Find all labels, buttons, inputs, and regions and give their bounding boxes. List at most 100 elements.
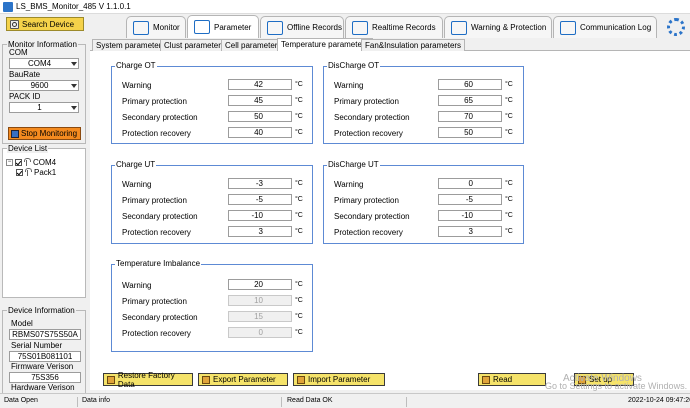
unit-label: °C [295, 228, 303, 235]
imbalance-primary-input: 10 [228, 295, 292, 306]
temperature-imbalance-group: Temperature Imbalance Warning 20 °C Prim… [111, 259, 313, 352]
stop-monitoring-button[interactable]: Stop Monitoring [8, 127, 81, 140]
document-icon [267, 20, 283, 35]
title-bar: LS_BMS_Monitor_485 V 1.1.0.1 [0, 0, 690, 14]
import-icon [297, 375, 305, 384]
unit-label: °C [505, 81, 513, 88]
read-icon [482, 375, 490, 384]
device-tree: − COM4 Pack1 [6, 157, 56, 177]
firmware-label: Firmware Verison [11, 362, 74, 371]
subtab-cell-parameters[interactable]: Cell parameters [221, 39, 286, 51]
unit-label: °C [295, 212, 303, 219]
unit-label: °C [295, 196, 303, 203]
unit-label: °C [505, 196, 513, 203]
unit-label: °C [295, 97, 303, 104]
unit-label: °C [295, 281, 303, 288]
tab-offline-records[interactable]: Offline Records [260, 16, 344, 38]
window-title: LS_BMS_Monitor_485 V 1.1.0.1 [16, 2, 131, 11]
discharge-ut-secondary-input[interactable]: -10 [438, 210, 502, 221]
baurate-label: BauRate [9, 70, 41, 79]
warning-icon [451, 20, 467, 35]
read-button[interactable]: Read [478, 373, 546, 386]
chevron-down-icon [71, 62, 77, 66]
subtab-clust-parameters[interactable]: Clust parameters [160, 39, 229, 51]
firmware-value: 75S356 [9, 372, 81, 383]
search-device-button[interactable]: Search Device [6, 17, 84, 31]
status-bar: Data Open Data info Read Data OK 2022-10… [0, 393, 690, 408]
device-list-title: Device List [7, 144, 49, 153]
pack-id-label: PACK ID [9, 92, 41, 101]
com-select[interactable]: COM4 [9, 58, 79, 69]
charge-ut-secondary-input[interactable]: -10 [228, 210, 292, 221]
com-label: COM [9, 48, 28, 57]
charge-ot-group: Charge OT Warning 42 °C Primary protecti… [111, 61, 313, 144]
tab-communication-log[interactable]: Communication Log [553, 16, 657, 38]
antenna-icon [24, 158, 31, 166]
temperature-parameters-panel: Charge OT Warning 42 °C Primary protecti… [90, 51, 690, 390]
charge-ut-title: Charge UT [115, 160, 157, 169]
imbalance-recovery-input: 0 [228, 327, 292, 338]
export-parameter-button[interactable]: Export Parameter [198, 373, 288, 386]
pack-id-select[interactable]: 1 [9, 102, 79, 113]
collapse-icon[interactable]: − [6, 158, 13, 166]
restore-icon [107, 375, 115, 384]
discharge-ut-group: DisCharge UT Warning 0 °C Primary protec… [323, 160, 524, 244]
subtab-fan-insulation-parameters[interactable]: Fan&Insulation parameters [361, 39, 466, 51]
discharge-ut-primary-input[interactable]: -5 [438, 194, 502, 205]
import-parameter-button[interactable]: Import Parameter [293, 373, 385, 386]
discharge-ut-recovery-input[interactable]: 3 [438, 226, 502, 237]
unit-label: °C [295, 297, 303, 304]
checkbox-com4[interactable] [15, 158, 22, 166]
charge-ut-recovery-input[interactable]: 3 [228, 226, 292, 237]
subtab-system-parameters[interactable]: System parameters [92, 39, 170, 51]
status-data-open: Data Open [4, 397, 78, 407]
monitor-icon [133, 20, 149, 35]
discharge-ut-title: DisCharge UT [327, 160, 380, 169]
hardware-label: Hardware Verison [11, 383, 75, 392]
device-information-group: Device Information Model RBMS07S75S50A S… [2, 306, 86, 404]
tab-parameter[interactable]: Parameter [187, 15, 259, 38]
imbalance-secondary-input: 15 [228, 311, 292, 322]
discharge-ot-secondary-input[interactable]: 70 [438, 111, 502, 122]
discharge-ot-warning-input[interactable]: 60 [438, 79, 502, 90]
antenna-icon [25, 168, 32, 176]
monitor-information-group: Monitor Information COM COM4 BauRate 960… [2, 40, 86, 144]
baurate-select[interactable]: 9600 [9, 80, 79, 91]
charge-ot-recovery-input[interactable]: 40 [228, 127, 292, 138]
tab-realtime-records[interactable]: Realtime Records [345, 16, 443, 38]
charge-ot-primary-input[interactable]: 45 [228, 95, 292, 106]
tab-warning-protection[interactable]: Warning & Protection [444, 16, 552, 38]
sliders-icon [194, 20, 210, 34]
gear-icon[interactable] [667, 18, 685, 36]
unit-label: °C [295, 113, 303, 120]
restore-factory-data-button[interactable]: Restore Factory Data [103, 371, 193, 389]
serial-number-value: 75S01B081101 [9, 351, 81, 362]
unit-label: °C [295, 180, 303, 187]
tab-monitor[interactable]: Monitor [126, 16, 186, 38]
charge-ut-primary-input[interactable]: -5 [228, 194, 292, 205]
charge-ut-group: Charge UT Warning -3 °C Primary protecti… [111, 160, 313, 244]
chevron-down-icon [71, 84, 77, 88]
imbalance-warning-input[interactable]: 20 [228, 279, 292, 290]
activate-windows-watermark: Activate Windows Go to Settings to activ… [545, 373, 688, 391]
log-icon [560, 20, 576, 35]
temperature-imbalance-title: Temperature Imbalance [115, 259, 202, 268]
model-value: RBMS07S75S50A [9, 329, 81, 340]
unit-label: °C [505, 97, 513, 104]
discharge-ot-recovery-input[interactable]: 50 [438, 127, 502, 138]
status-data-info: Data info [82, 397, 282, 407]
charge-ut-warning-input[interactable]: -3 [228, 178, 292, 189]
discharge-ot-title: DisCharge OT [327, 61, 381, 70]
discharge-ot-group: DisCharge OT Warning 60 °C Primary prote… [323, 61, 524, 144]
subtab-temperature-parameters[interactable]: Temperature parameters [277, 38, 373, 51]
discharge-ot-primary-input[interactable]: 65 [438, 95, 502, 106]
tree-node-com4[interactable]: − COM4 [6, 157, 56, 167]
discharge-ut-warning-input[interactable]: 0 [438, 178, 502, 189]
checkbox-pack1[interactable] [16, 168, 23, 176]
tree-node-pack1[interactable]: Pack1 [6, 167, 56, 177]
stop-icon [11, 129, 19, 138]
unit-label: °C [505, 180, 513, 187]
charge-ot-secondary-input[interactable]: 50 [228, 111, 292, 122]
charge-ot-warning-input[interactable]: 42 [228, 79, 292, 90]
chevron-down-icon [71, 106, 77, 110]
